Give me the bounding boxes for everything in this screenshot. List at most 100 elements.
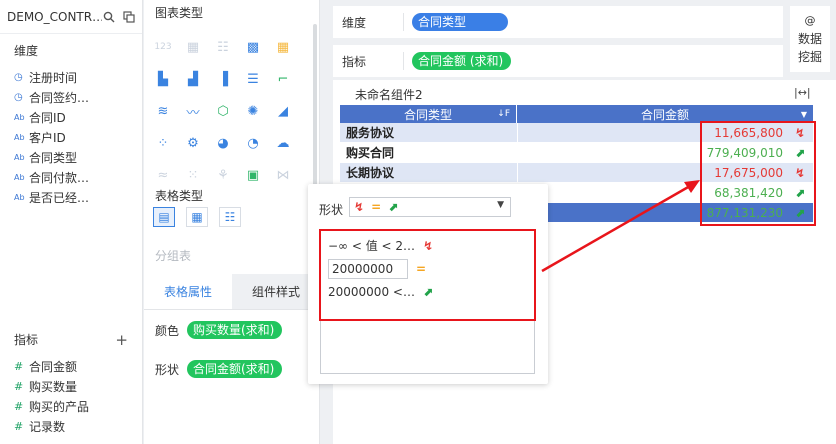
- rose-chart-icon[interactable]: ◔: [243, 134, 263, 152]
- detail-table-icon[interactable]: ☷: [213, 38, 233, 56]
- shape-field-pill[interactable]: 合同金额(求和): [187, 360, 283, 378]
- highlight-box-rules: [319, 229, 536, 321]
- number-type-icon: #: [14, 379, 24, 393]
- number-type-icon: #: [14, 399, 24, 413]
- contract-type-cell: 长期协议: [346, 166, 395, 180]
- dimension-shelf: 维度 合同类型: [333, 6, 783, 38]
- cross-table-type-icon[interactable]: ▦: [186, 207, 208, 227]
- grouped-bar-icon[interactable]: ▙: [153, 70, 173, 88]
- flow-map-icon[interactable]: ≈: [153, 166, 173, 184]
- dimensions-title: 维度: [14, 44, 39, 58]
- color-property: 颜色 购买数量(求和): [155, 321, 283, 339]
- shape-label: 形状: [155, 362, 180, 377]
- number-type-icon: #: [14, 419, 24, 433]
- metric-shelf-pill[interactable]: 合同金额 (求和): [412, 52, 512, 70]
- bubble-chart-icon[interactable]: ⚙: [183, 134, 203, 152]
- bar-chart-icon[interactable]: ▟: [183, 70, 203, 88]
- sort-icon[interactable]: ↓F: [497, 109, 510, 119]
- metric-field[interactable]: # 记录数: [0, 416, 142, 436]
- chart-types-title: 图表类型: [155, 6, 204, 20]
- mining-icon: @: [804, 14, 816, 27]
- equal-icon: =: [371, 200, 382, 214]
- chevron-down-icon[interactable]: ▼: [801, 110, 807, 119]
- contract-type-cell: 服务协议: [346, 126, 395, 140]
- treemap-icon[interactable]: ▣: [243, 166, 263, 184]
- tab-component-style[interactable]: 组件样式: [232, 274, 320, 309]
- dataset-name[interactable]: DEMO_CONTR…: [7, 10, 102, 24]
- metric-field[interactable]: # 购买数量: [0, 376, 142, 396]
- filled-line-icon[interactable]: ◢: [273, 102, 293, 120]
- combo-chart-icon[interactable]: ⚘: [213, 166, 233, 184]
- dimension-field[interactable]: Ab 合同ID: [0, 107, 142, 127]
- metrics-section: 指标 + # 合同金额 # 购买数量 # 购买的产品 # 记录数: [0, 330, 142, 436]
- radar-chart-icon[interactable]: ⬡: [213, 102, 233, 120]
- property-tabs: 表格属性 组件样式: [144, 274, 320, 310]
- shape-select[interactable]: ↯ = ⬈ ▼: [349, 197, 511, 217]
- point-map-icon[interactable]: ⁙: [183, 166, 203, 184]
- funnel-chart-icon[interactable]: ⋈: [273, 166, 293, 184]
- dimension-field[interactable]: Ab 客户ID: [0, 127, 142, 147]
- scatter-chart-icon[interactable]: ⁘: [153, 134, 173, 152]
- dimension-shelf-pill[interactable]: 合同类型: [412, 13, 509, 31]
- table-type-list: ▤ ▦ ☷: [153, 207, 241, 227]
- dataset-header: DEMO_CONTR…: [0, 0, 142, 34]
- dimension-field[interactable]: ◷ 注册时间: [0, 67, 142, 87]
- chevron-down-icon: ▼: [497, 200, 504, 210]
- detail-table-type-icon[interactable]: ☷: [219, 207, 241, 227]
- color-label: 颜色: [155, 323, 180, 338]
- tab-table-properties[interactable]: 表格属性: [144, 274, 232, 309]
- chart-config-panel: 图表类型 123 ▦ ☷ ▩ ▦ ▙ ▟ ▐ ☰ ⌐ ≋ 〰 ⬡ ✺ ◢ ⁘ ⚙…: [144, 0, 320, 444]
- group-table-label: 分组表: [155, 249, 192, 263]
- shape-property: 形状 合同金额(求和): [155, 360, 283, 378]
- polar-chart-icon[interactable]: ✺: [243, 102, 263, 120]
- text-type-icon: Ab: [14, 132, 25, 142]
- panel-scrollbar[interactable]: [313, 24, 317, 204]
- clock-icon: ◷: [14, 71, 23, 83]
- data-mining-button[interactable]: @ 数据 挖掘: [790, 6, 830, 72]
- area-chart-icon[interactable]: ≋: [153, 102, 173, 120]
- metrics-title: 指标: [14, 333, 39, 347]
- text-type-icon: Ab: [14, 152, 25, 162]
- dimension-field[interactable]: Ab 合同付款…: [0, 167, 142, 187]
- dimension-field[interactable]: ◷ 合同签约…: [0, 87, 142, 107]
- number-type-icon: #: [14, 359, 24, 373]
- metric-shelf-label: 指标: [342, 54, 367, 69]
- text-type-icon: Ab: [14, 192, 25, 202]
- horizontal-bar-icon[interactable]: ☰: [243, 70, 263, 88]
- column-header[interactable]: 合同类型 ↓F: [340, 105, 517, 123]
- chart-type-grid: 123 ▦ ☷ ▩ ▦ ▙ ▟ ▐ ☰ ⌐ ≋ 〰 ⬡ ✺ ◢ ⁘ ⚙ ◕ ◔ …: [153, 31, 293, 191]
- arrow-down-icon: ↯: [354, 200, 365, 214]
- dimension-field[interactable]: Ab 是否已经…: [0, 187, 142, 207]
- metric-field[interactable]: # 购买的产品: [0, 396, 142, 416]
- heatmap-icon[interactable]: ▦: [273, 38, 293, 56]
- table-types-title: 表格类型: [155, 189, 204, 203]
- stacked-bar-icon[interactable]: ▐: [213, 70, 233, 88]
- add-metric-icon[interactable]: +: [115, 331, 128, 349]
- color-field-pill[interactable]: 购买数量(求和): [187, 321, 283, 339]
- text-type-icon: Ab: [14, 172, 25, 182]
- cross-table-icon[interactable]: ▦: [183, 38, 203, 56]
- pie-chart-icon[interactable]: ◕: [213, 134, 233, 152]
- text-type-icon: Ab: [14, 112, 25, 122]
- color-table-icon[interactable]: ▩: [243, 38, 263, 56]
- fit-width-icon[interactable]: |↔|: [794, 86, 811, 99]
- metric-field[interactable]: # 合同金额: [0, 356, 142, 376]
- dataset-switch-icon[interactable]: [122, 10, 136, 24]
- clock-icon: ◷: [14, 91, 23, 103]
- arrow-up-icon: ⬈: [388, 200, 399, 214]
- component-title[interactable]: 未命名组件2: [355, 86, 423, 103]
- line-chart-icon[interactable]: 〰: [183, 102, 203, 121]
- contract-type-cell: 购买合同: [346, 146, 395, 160]
- popup-shape-label: 形状: [319, 203, 344, 217]
- search-icon[interactable]: [102, 10, 116, 24]
- dimension-field[interactable]: Ab 合同类型: [0, 147, 142, 167]
- map-icon[interactable]: ☁: [273, 134, 293, 152]
- metric-shelf: 指标 合同金额 (求和): [333, 45, 783, 77]
- field-panel: DEMO_CONTR… 维度 ◷ 注册时间 ◷ 合同签约… Ab 合同ID Ab 客户I…: [0, 0, 143, 444]
- dimension-list: ◷ 注册时间 ◷ 合同签约… Ab 合同ID Ab 客户ID Ab 合同类型 Ab 合同付款…: [0, 67, 142, 207]
- highlight-box-values: [700, 121, 816, 226]
- group-table-icon[interactable]: ▤: [153, 207, 175, 227]
- step-chart-icon[interactable]: ⌐: [273, 70, 293, 88]
- dimension-shelf-label: 维度: [342, 15, 367, 30]
- number-chart-icon[interactable]: 123: [153, 38, 173, 56]
